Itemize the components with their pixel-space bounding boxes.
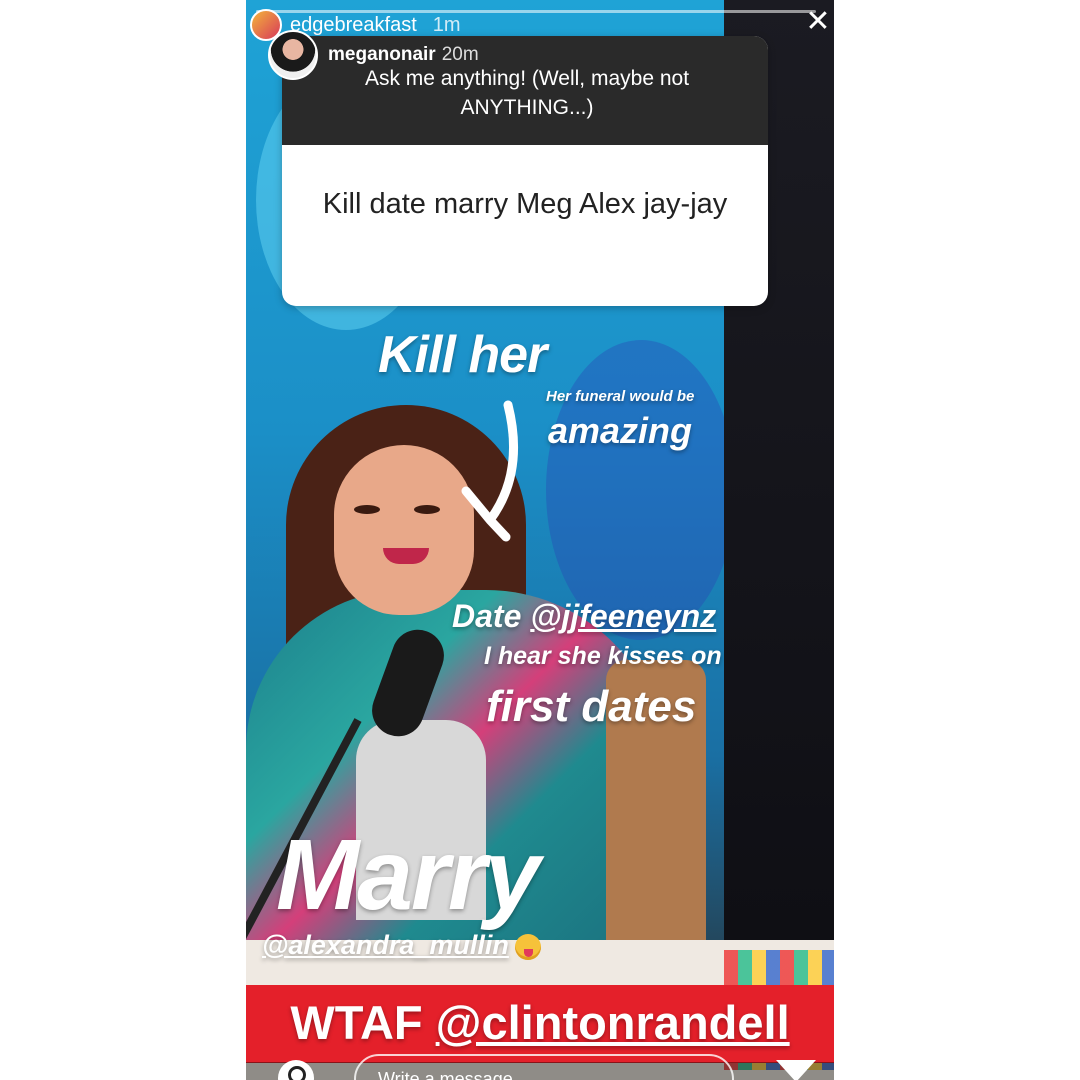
question-prompt: Ask me anything! (Well, maybe not ANYTHI… <box>364 67 690 119</box>
question-sticker-header: meganonair 20m Ask me anything! (Well, ma… <box>282 36 768 145</box>
question-answer: Kill date marry Meg Alex jay-jay <box>322 188 728 220</box>
mention-link[interactable]: @jjfeeneynz <box>530 598 716 634</box>
send-icon[interactable] <box>776 1060 816 1080</box>
story-viewer[interactable]: edgebreakfast 1m ✕ meganonair 20m Ask me … <box>246 0 834 1080</box>
story-time: 1m <box>432 13 461 36</box>
overlay-date-line3: first dates <box>486 682 697 731</box>
background-decor <box>546 340 736 640</box>
mention-link[interactable]: @alexandra_mullin <box>262 930 509 960</box>
overlay-funeral-caption: Her funeral would be <box>546 388 695 405</box>
person-eye <box>354 505 380 514</box>
overlay-wtaf: WTAF @clintonrandell <box>290 996 790 1049</box>
avatar[interactable] <box>268 30 318 80</box>
overlay-marry-mention: @alexandra_mullin <box>262 930 541 961</box>
question-time: 20m <box>441 44 479 65</box>
question-avatar <box>268 30 318 80</box>
overlay-amazing: amazing <box>548 410 693 451</box>
person-eye <box>414 505 440 514</box>
question-sticker: meganonair 20m Ask me anything! (Well, ma… <box>282 36 768 306</box>
close-icon[interactable]: ✕ <box>804 7 832 37</box>
question-username: meganonair 20m <box>328 44 479 65</box>
overlay-marry: Marry <box>276 819 540 931</box>
overlay-date: Date @jjfeeneynz <box>452 598 717 634</box>
message-input[interactable] <box>354 1054 734 1080</box>
overlay-kill: Kill her <box>378 326 547 384</box>
overlay-date-line2: I hear she kisses on <box>484 642 722 670</box>
winking-tongue-emoji-icon <box>514 933 541 960</box>
mention-link[interactable]: @clintonrandell <box>436 996 790 1049</box>
